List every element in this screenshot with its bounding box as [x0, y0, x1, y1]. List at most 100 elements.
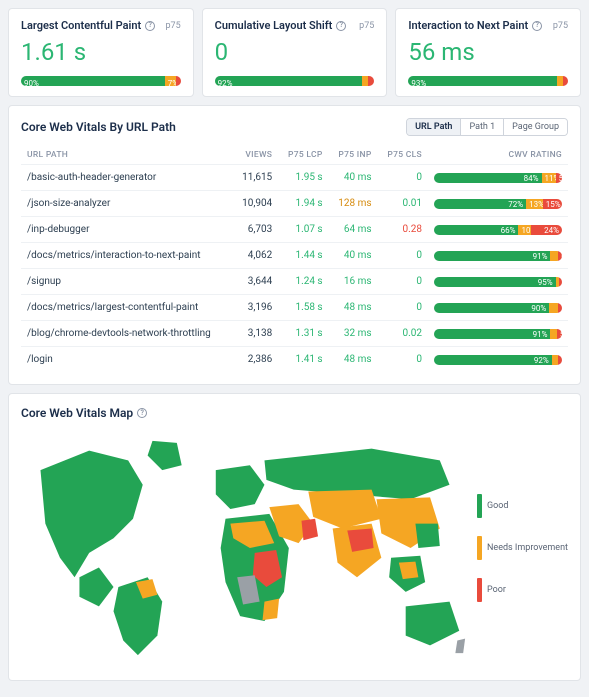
metric-title-text: Interaction to Next Paint — [408, 19, 528, 32]
metric-percentile: p75 — [166, 21, 181, 31]
rating-bar: 91% 6% — [434, 251, 562, 261]
seg-good-label: 95% — [535, 278, 556, 287]
metric-card[interactable]: Interaction to Next Paint ? p75 56 ms 93… — [395, 8, 581, 97]
table-row[interactable]: /json-size-analyzer 10,904 1.94 s 128 ms… — [21, 191, 568, 217]
cell-lcp: 1.07 s — [278, 217, 328, 243]
seg-good-label: 93% — [408, 79, 429, 86]
info-icon[interactable]: ? — [145, 21, 155, 31]
cell-path: /login — [21, 347, 233, 373]
panel-title-text: Core Web Vitals By URL Path — [21, 120, 176, 134]
cell-path: /blog/chrome-devtools-network-throttling — [21, 321, 233, 347]
legend-warn-label: Needs Improvement — [487, 543, 568, 553]
col-inp[interactable]: P75 INP — [329, 146, 378, 165]
seg-poor-label — [559, 278, 562, 287]
rating-bar: 72% 13% 15% — [434, 199, 562, 209]
rating-bar: 90% 7% — [434, 303, 562, 313]
cell-rating: 95% — [428, 269, 568, 295]
legend-poor: Poor — [477, 578, 568, 602]
cwv-by-url-panel: Core Web Vitals By URL Path URL PathPath… — [8, 105, 581, 385]
metric-card[interactable]: Largest Contentful Paint ? p75 1.61 s 90… — [8, 8, 194, 97]
seg-good-label: 92% — [215, 79, 236, 86]
metric-value: 1.61 s — [21, 38, 181, 66]
panel-title: Core Web Vitals By URL Path — [21, 120, 176, 134]
seg-good-label: 72% — [505, 200, 526, 209]
view-toggle[interactable]: Page Group — [503, 119, 567, 135]
cell-lcp: 1.24 s — [278, 269, 328, 295]
cell-lcp: 1.41 s — [278, 347, 328, 373]
seg-good-label: 90% — [21, 79, 42, 86]
metric-cards-row: Largest Contentful Paint ? p75 1.61 s 90… — [8, 8, 581, 97]
metric-head: Interaction to Next Paint ? p75 — [408, 19, 568, 32]
seg-poor-label: 24% — [541, 226, 562, 235]
map-title: Core Web Vitals Map — [21, 406, 133, 420]
cell-path: /docs/metrics/largest-contentful-paint — [21, 295, 233, 321]
info-icon[interactable]: ? — [137, 408, 147, 418]
swatch-good — [477, 494, 482, 518]
table-row[interactable]: /docs/metrics/interaction-to-next-paint … — [21, 243, 568, 269]
col-lcp[interactable]: P75 LCP — [278, 146, 328, 165]
cell-lcp: 1.58 s — [278, 295, 328, 321]
cwv-table: URL PATH VIEWS P75 LCP P75 INP P75 CLS C… — [21, 146, 568, 372]
table-row[interactable]: /basic-auth-header-generator 11,615 1.95… — [21, 165, 568, 191]
cell-cls: 0.28 — [378, 217, 428, 243]
seg-good-label: 91% — [530, 252, 551, 261]
cell-cls: 0.02 — [378, 321, 428, 347]
seg-poor-label: 5% — [557, 330, 562, 339]
cell-rating: 90% 7% — [428, 295, 568, 321]
info-icon[interactable]: ? — [532, 21, 542, 31]
table-row[interactable]: /inp-debugger 6,703 1.07 s 64 ms 0.28 66… — [21, 217, 568, 243]
view-toggle[interactable]: URL Path — [407, 119, 460, 135]
table-row[interactable]: /login 2,386 1.41 s 48 ms 0 92% 5% — [21, 347, 568, 373]
rating-bar: 66% 10% 24% — [434, 225, 562, 235]
metric-value: 0 — [215, 38, 375, 66]
table-row[interactable]: /docs/metrics/largest-contentful-paint 3… — [21, 295, 568, 321]
view-toggle-group: URL PathPath 1Page Group — [406, 118, 568, 136]
seg-poor-label: 6% — [558, 252, 562, 261]
metric-title-text: Largest Contentful Paint — [21, 19, 141, 32]
seg-poor-label: 5% — [556, 174, 562, 183]
metric-distribution-bar: 90% 7% — [21, 76, 181, 86]
cell-rating: 92% 5% — [428, 347, 568, 373]
cell-path: /json-size-analyzer — [21, 191, 233, 217]
seg-good-label: 90% — [528, 304, 549, 313]
cell-inp: 40 ms — [329, 165, 378, 191]
cell-lcp: 1.95 s — [278, 165, 328, 191]
swatch-poor — [477, 578, 482, 602]
seg-good-label: 92% — [531, 356, 552, 365]
col-cls[interactable]: P75 CLS — [378, 146, 428, 165]
table-row[interactable]: /blog/chrome-devtools-network-throttling… — [21, 321, 568, 347]
metric-card[interactable]: Cumulative Layout Shift ? p75 0 92% — [202, 8, 388, 97]
rating-bar: 95% — [434, 277, 562, 287]
cell-rating: 91% 6% — [428, 243, 568, 269]
metric-percentile: p75 — [553, 21, 568, 31]
cell-inp: 40 ms — [329, 243, 378, 269]
info-icon[interactable]: ? — [336, 21, 346, 31]
metric-title: Cumulative Layout Shift ? — [215, 19, 347, 32]
cwv-map-panel: Core Web Vitals Map ? — [8, 393, 581, 681]
cell-inp: 64 ms — [329, 217, 378, 243]
cell-cls: 0 — [378, 347, 428, 373]
col-views[interactable]: VIEWS — [233, 146, 279, 165]
metric-title-text: Cumulative Layout Shift — [215, 19, 333, 32]
table-row[interactable]: /signup 3,644 1.24 s 16 ms 0 95% — [21, 269, 568, 295]
cell-cls: 0 — [378, 243, 428, 269]
legend-good: Good — [477, 494, 568, 518]
cell-rating: 66% 10% 24% — [428, 217, 568, 243]
rating-bar: 92% 5% — [434, 355, 562, 365]
world-map[interactable] — [21, 428, 469, 668]
metric-percentile: p75 — [359, 21, 374, 31]
cell-inp: 16 ms — [329, 269, 378, 295]
view-toggle[interactable]: Path 1 — [460, 119, 503, 135]
seg-warn-label — [362, 79, 368, 86]
seg-good-label: 91% — [530, 330, 551, 339]
cell-lcp: 1.44 s — [278, 243, 328, 269]
map-legend: Good Needs Improvement Poor — [477, 494, 568, 602]
cell-path: /docs/metrics/interaction-to-next-paint — [21, 243, 233, 269]
col-rating[interactable]: CWV RATING — [428, 146, 568, 165]
cell-cls: 0.01 — [378, 191, 428, 217]
cell-rating: 84% 11% 5% — [428, 165, 568, 191]
cell-views: 10,904 — [233, 191, 279, 217]
map-title-wrap: Core Web Vitals Map ? — [21, 406, 147, 420]
col-url-path[interactable]: URL PATH — [21, 146, 233, 165]
seg-good-label: 84% — [521, 174, 542, 183]
